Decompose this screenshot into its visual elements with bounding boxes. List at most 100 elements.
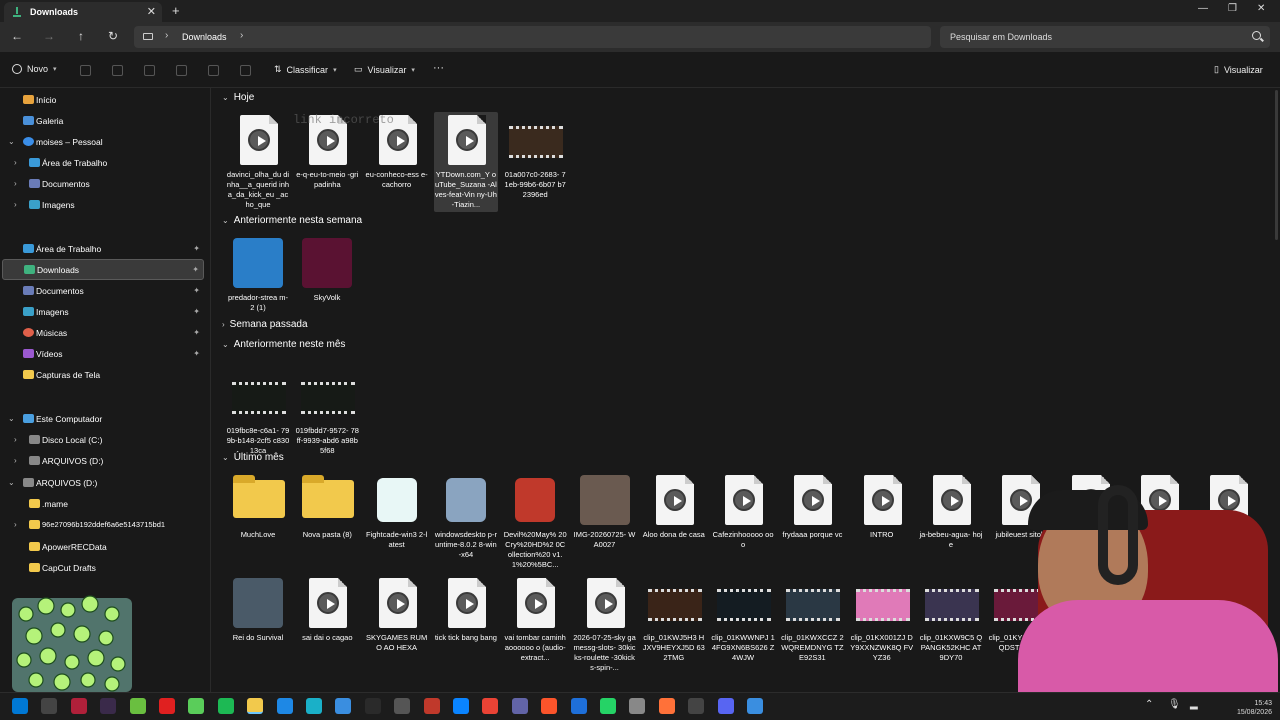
close-window-button[interactable]: ✕ [1257,3,1265,14]
copy-icon[interactable] [112,65,123,76]
forward-button[interactable]: → [41,28,57,44]
group-header-this-month[interactable]: ⌄ Anteriormente neste mês [222,339,345,350]
steam-icon[interactable] [364,698,381,714]
new-tab-button[interactable]: + [172,3,180,18]
chevron-right-icon[interactable]: › [14,200,17,209]
app-icon[interactable] [276,698,293,714]
quick-access-music[interactable]: Músicas ✦ [2,322,204,343]
new-button[interactable]: Novo ▾ [12,64,57,74]
file-item[interactable]: INTRO [850,472,914,540]
file-item[interactable]: clip_01KWJ5H3 HJXV9HEYXJ5D 632TMG [642,575,706,663]
sidebar-item-home[interactable]: Início [2,89,204,110]
rename-icon[interactable] [176,65,187,76]
chevron-down-icon[interactable]: ⌄ [8,478,15,487]
file-item[interactable]: clip_01KXW9C5 QPANGK52KHC AT9DY70 [919,575,983,663]
back-button[interactable]: ← [9,28,25,44]
file-item[interactable]: 019fbdd7-9572- 78ff-9939-abd6 a98b5f68 [295,368,359,456]
file-item[interactable]: 2026-07-25-sky gamessg-slots- 30kicks-ro… [573,575,637,673]
delete-icon[interactable] [240,65,251,76]
search-icon[interactable] [1252,31,1261,40]
up-button[interactable]: ↑ [73,28,89,44]
file-item[interactable]: Nova pasta (8) [295,472,359,540]
file-item[interactable]: IMG-20260725- WA0027 [573,472,637,550]
view-button[interactable]: ▭ Visualizar ▾ [354,64,415,75]
microphone-icon[interactable]: 🎙 [1168,699,1181,710]
file-item[interactable]: YTDown.com_Y ouTube_Suzana -Alves-feat-V… [433,112,498,212]
file-item[interactable]: 01a007c0-2683- 71eb-99b6-6b07 b72396ed [503,112,567,200]
file-item[interactable]: clip_01KWWNPJ 14FG9XN6BS626 Z4WJW [711,575,775,663]
chrome-icon[interactable] [482,698,499,714]
restore-button[interactable]: ❐ [1228,3,1237,14]
details-pane-button[interactable]: ▯ Visualizar [1214,64,1263,75]
sidebar-item-documents[interactable]: › Documentos [2,173,204,194]
quick-access-downloads[interactable]: Downloads ✦ [2,259,204,280]
file-item[interactable]: clip_01KX001ZJ DY9XXNZWK8Q FVYZ36 [850,575,914,663]
file-item[interactable]: sai dai o cagao [295,575,359,643]
chevron-right-icon[interactable]: › [14,456,17,465]
app-icon[interactable] [570,698,587,714]
sidebar-item-apower[interactable]: ApowerRECData [2,536,204,557]
pane-divider[interactable] [210,88,211,692]
file-explorer-icon[interactable] [247,698,264,714]
app-icon[interactable] [306,698,322,714]
sidebar-item-arquivos-d[interactable]: › ARQUIVOS (D:) [2,450,204,471]
edge-icon[interactable] [453,698,469,714]
chevron-down-icon[interactable]: ⌄ [8,137,15,146]
start-icon[interactable] [12,698,28,714]
file-item[interactable]: Rei do Survival [226,575,290,643]
sort-button[interactable]: ⇅ Classificar ▾ [274,64,337,75]
file-item[interactable]: Devil%20May% 20Cry%20HD%2 0Collection%20… [503,472,567,570]
app-icon[interactable] [688,698,705,714]
breadcrumb-downloads[interactable]: Downloads [182,32,227,42]
whatsapp-icon[interactable] [600,698,616,714]
sidebar-item-this-pc[interactable]: ⌄ Este Computador [2,408,204,429]
address-box[interactable]: › Downloads › [134,26,931,48]
app-icon[interactable] [394,698,411,714]
app-icon[interactable] [747,698,763,714]
spotify-icon[interactable] [217,698,234,714]
sidebar-item-arquivos-d-expanded[interactable]: ⌄ ARQUIVOS (D:) [2,472,204,493]
sidebar-item-gallery[interactable]: Galeria [2,110,204,131]
quick-access-videos[interactable]: Vídeos ✦ [2,343,204,364]
file-item[interactable]: SkyVolk [295,235,359,303]
file-item[interactable]: vai tombar caminhaoooooo o (audio-extrac… [503,575,567,663]
file-item[interactable]: MuchLove [226,472,290,540]
group-header-this-week[interactable]: ⌄ Anteriormente nesta semana [222,215,362,226]
system-clock[interactable]: 15:43 15/08/2026 [1237,699,1272,717]
app-icon[interactable] [70,698,87,714]
file-item[interactable]: 019fbc8e-c6a1- 799b-b148-2cf5 c83013ca [226,368,290,456]
sidebar-item-capcut[interactable]: CapCut Drafts [2,557,204,578]
file-item[interactable]: ja-bebeu-agua- hoje [919,472,983,550]
search-input[interactable]: Pesquisar em Downloads [940,26,1270,48]
app-icon[interactable] [423,698,440,714]
file-item[interactable]: Fightcade-win3 2-latest [365,472,429,550]
quick-access-screenshots[interactable]: Capturas de Tela [2,364,204,385]
more-options-button[interactable]: ··· [433,62,444,74]
teams-icon[interactable] [511,698,528,714]
file-item[interactable]: clip_01KWXCCZ 2WQREMDNYG TZE92S31 [780,575,844,663]
file-item[interactable]: davinci_olha_du dinha__a_querid inha_da_… [226,112,290,210]
chevron-right-icon[interactable]: › [14,520,17,529]
file-item[interactable]: Cafezinhooooo ooo [711,472,775,550]
settings-icon[interactable] [629,698,646,714]
refresh-button[interactable]: ↻ [105,28,121,44]
network-icon[interactable]: ▂ [1190,699,1198,710]
file-item[interactable]: SKYGAMES RUMO AO HEXA [365,575,429,653]
quick-access-images[interactable]: Imagens ✦ [2,301,204,322]
minimize-button[interactable]: — [1198,3,1208,14]
youtube-icon[interactable] [159,698,175,714]
chevron-down-icon[interactable]: ⌄ [8,414,15,423]
chevron-up-icon[interactable]: ⌃ [1145,699,1153,710]
sidebar-item-hash-folder[interactable]: › 96e27096b192ddef6a6e5143715bd1 [2,514,204,535]
quick-access-documents[interactable]: Documentos ✦ [2,280,204,301]
cut-icon[interactable] [80,65,91,76]
file-item[interactable]: windowsdeskto p-runtime-8.0.2 8-win-x64 [434,472,498,560]
chevron-right-icon[interactable]: › [14,435,17,444]
play-store-icon[interactable] [188,698,205,714]
app-icon[interactable] [129,698,146,714]
tab-downloads[interactable]: Downloads ✕ [4,2,162,22]
firefox-icon[interactable] [658,698,675,714]
app-icon[interactable] [100,698,117,714]
group-header-last-week[interactable]: › Semana passada [222,319,308,330]
file-item[interactable]: tick tick bang bang [434,575,498,643]
